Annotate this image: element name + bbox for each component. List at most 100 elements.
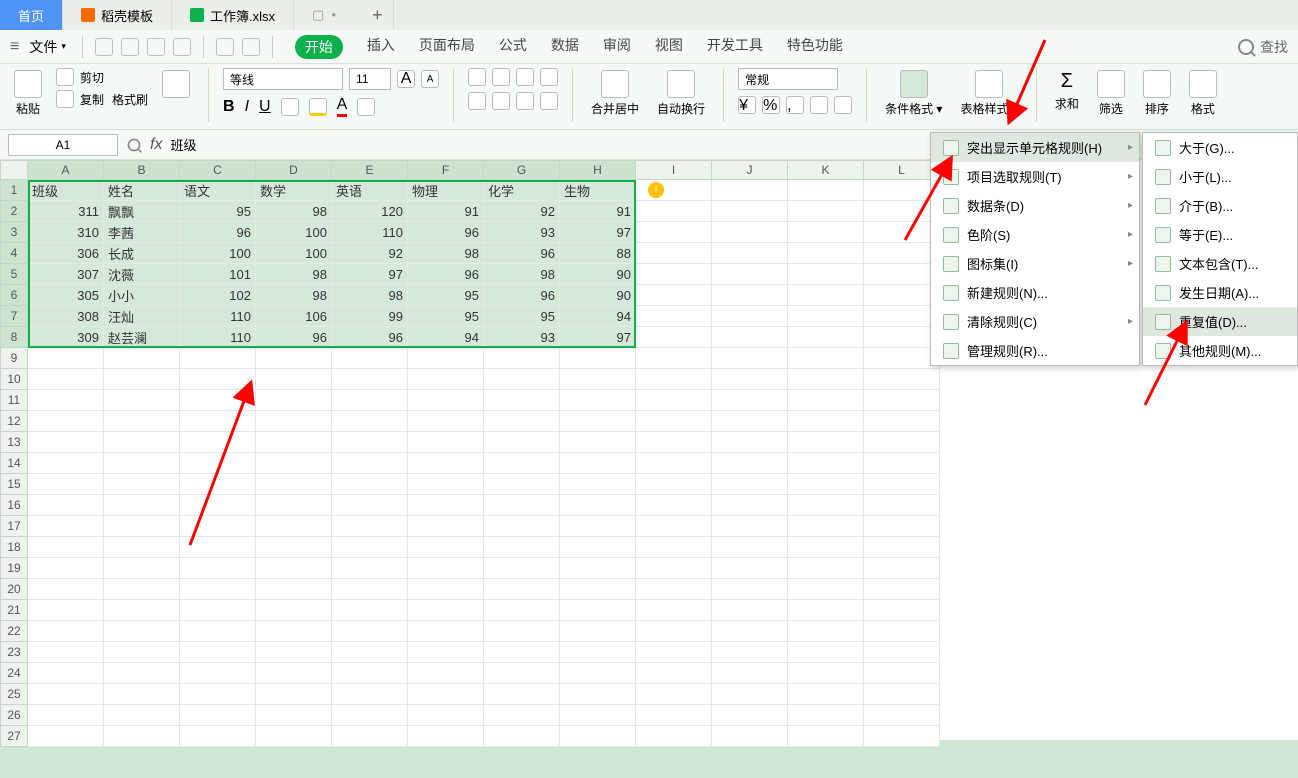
cell[interactable] (408, 684, 484, 705)
cell[interactable] (180, 684, 256, 705)
cell[interactable]: 英语 (332, 180, 408, 201)
cell[interactable] (712, 264, 788, 285)
cell[interactable] (864, 222, 940, 243)
number-format-select[interactable]: 常规 (738, 68, 838, 90)
cell[interactable] (712, 243, 788, 264)
cell[interactable] (28, 663, 104, 684)
cell[interactable] (636, 474, 712, 495)
cell[interactable] (788, 306, 864, 327)
cell[interactable]: 物理 (408, 180, 484, 201)
cell[interactable] (636, 264, 712, 285)
cell[interactable] (104, 348, 180, 369)
row-header[interactable]: 4 (0, 243, 28, 264)
cell[interactable] (408, 726, 484, 747)
cell[interactable] (560, 348, 636, 369)
cell[interactable]: 95 (484, 306, 560, 327)
cell[interactable] (560, 726, 636, 747)
row-header[interactable]: 24 (0, 663, 28, 684)
cell[interactable] (408, 390, 484, 411)
conditional-format-menu[interactable]: 突出显示单元格规则(H)▸项目选取规则(T)▸数据条(D)▸色阶(S)▸图标集(… (930, 132, 1140, 366)
cell[interactable]: 96 (408, 264, 484, 285)
format-button[interactable]: 格式 (1185, 68, 1221, 119)
cell[interactable]: 98 (256, 264, 332, 285)
cell[interactable] (636, 369, 712, 390)
cell[interactable] (484, 642, 560, 663)
cell[interactable] (788, 369, 864, 390)
tab-docell[interactable]: 稻壳模板 (63, 0, 172, 30)
export-icon[interactable] (121, 38, 139, 56)
cell[interactable] (864, 453, 940, 474)
cell[interactable]: 96 (256, 327, 332, 348)
row-header[interactable]: 13 (0, 432, 28, 453)
cell[interactable] (180, 432, 256, 453)
cell[interactable] (484, 369, 560, 390)
cell[interactable] (28, 348, 104, 369)
cell[interactable] (712, 705, 788, 726)
column-header[interactable]: I (636, 160, 712, 180)
cell[interactable]: 100 (180, 243, 256, 264)
cell[interactable] (256, 453, 332, 474)
cell[interactable] (332, 684, 408, 705)
menu-item[interactable]: 等于(E)... (1143, 220, 1297, 249)
cell[interactable] (256, 516, 332, 537)
cell[interactable] (104, 474, 180, 495)
cell[interactable] (864, 663, 940, 684)
file-menu[interactable]: 文件▾ (23, 35, 72, 59)
cell[interactable] (256, 558, 332, 579)
cell[interactable]: 沈薇 (104, 264, 180, 285)
cell[interactable] (788, 327, 864, 348)
cell[interactable] (788, 726, 864, 747)
cell[interactable]: 307 (28, 264, 104, 285)
conditional-format-button[interactable]: 条件格式 ▾ (881, 68, 946, 119)
cell[interactable] (256, 348, 332, 369)
cell[interactable] (104, 411, 180, 432)
cell[interactable] (28, 684, 104, 705)
cell[interactable] (104, 390, 180, 411)
column-header[interactable]: G (484, 160, 560, 180)
cell[interactable] (788, 537, 864, 558)
tab-home[interactable]: 首页 (0, 0, 63, 30)
menu-item[interactable]: 小于(L)... (1143, 162, 1297, 191)
cell[interactable]: 语文 (180, 180, 256, 201)
cell[interactable] (636, 390, 712, 411)
cell[interactable] (788, 684, 864, 705)
cell[interactable] (788, 243, 864, 264)
comma-icon[interactable]: , (786, 96, 804, 114)
cell[interactable] (332, 474, 408, 495)
bold-button[interactable]: B (223, 98, 235, 116)
cell[interactable] (484, 453, 560, 474)
cell[interactable]: 赵芸澜 (104, 327, 180, 348)
cell[interactable]: 93 (484, 222, 560, 243)
cell[interactable] (180, 558, 256, 579)
cell[interactable] (636, 705, 712, 726)
cell[interactable] (332, 726, 408, 747)
fill-color-icon[interactable] (309, 98, 327, 116)
cell[interactable] (636, 348, 712, 369)
cell[interactable]: 生物 (560, 180, 636, 201)
font-name-select[interactable]: 等线 (223, 68, 343, 90)
cell[interactable] (484, 390, 560, 411)
cell[interactable] (864, 474, 940, 495)
row-header[interactable]: 12 (0, 411, 28, 432)
orientation-icon[interactable] (540, 68, 558, 86)
sort-button[interactable]: 排序 (1139, 68, 1175, 119)
cell[interactable]: 310 (28, 222, 104, 243)
row-header[interactable]: 7 (0, 306, 28, 327)
cell[interactable] (560, 495, 636, 516)
cell[interactable] (864, 306, 940, 327)
row-header[interactable]: 16 (0, 495, 28, 516)
row-header[interactable]: 14 (0, 453, 28, 474)
column-header[interactable]: E (332, 160, 408, 180)
cell[interactable] (788, 495, 864, 516)
cell[interactable] (788, 180, 864, 201)
row-header[interactable]: 5 (0, 264, 28, 285)
menu-item[interactable]: 文本包含(T)... (1143, 249, 1297, 278)
cell[interactable] (788, 663, 864, 684)
cell[interactable] (408, 705, 484, 726)
cell[interactable]: 李茜 (104, 222, 180, 243)
cell[interactable]: 308 (28, 306, 104, 327)
cell[interactable]: 110 (180, 306, 256, 327)
cell[interactable]: 99 (332, 306, 408, 327)
cell[interactable] (712, 663, 788, 684)
cell[interactable] (104, 579, 180, 600)
